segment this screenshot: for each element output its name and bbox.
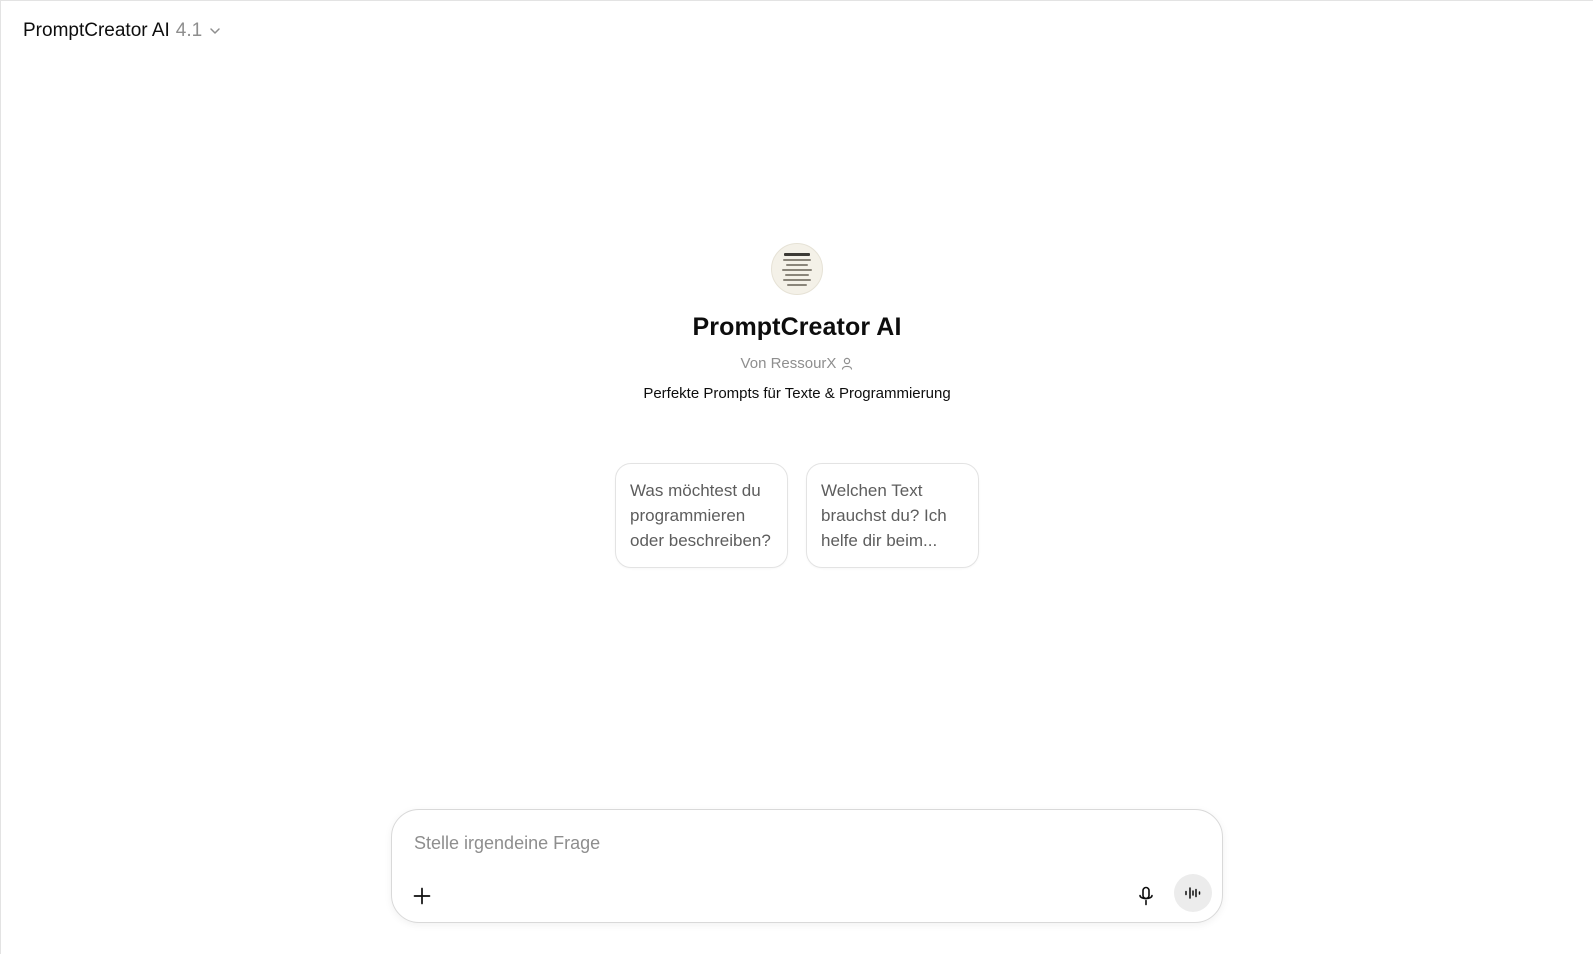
gpt-intro: PromptCreator AI Von RessourX Perfekte P… — [1, 243, 1593, 568]
conversation-starters: Was möchtest du programmieren oder besch… — [615, 463, 979, 568]
author-label: Von RessourX — [740, 355, 837, 372]
composer — [391, 809, 1223, 923]
app-window: PromptCreator AI 4.1 PromptCreator AI Vo… — [0, 0, 1593, 954]
gpt-title: PromptCreator AI — [692, 313, 902, 341]
model-version: 4.1 — [175, 20, 203, 41]
starter-card-programming[interactable]: Was möchtest du programmieren oder besch… — [615, 463, 788, 568]
dictate-button[interactable] — [1128, 878, 1164, 914]
gpt-author: Von RessourX — [741, 355, 854, 372]
gpt-avatar — [771, 243, 823, 295]
microphone-icon — [1137, 886, 1155, 906]
plus-icon — [412, 886, 432, 906]
chevron-down-icon — [208, 24, 222, 38]
voice-mode-button[interactable] — [1174, 874, 1212, 912]
model-selector[interactable]: PromptCreator AI 4.1 — [15, 15, 230, 47]
voice-mode-icon — [1184, 885, 1202, 901]
person-icon[interactable] — [841, 357, 853, 370]
starter-card-text[interactable]: Welchen Text brauchst du? Ich helfe dir … — [806, 463, 979, 568]
add-attachment-button[interactable] — [404, 878, 440, 914]
model-name: PromptCreator AI — [23, 20, 170, 41]
gpt-description: Perfekte Prompts für Texte & Programmier… — [643, 385, 951, 402]
prompt-input[interactable] — [414, 830, 1194, 856]
